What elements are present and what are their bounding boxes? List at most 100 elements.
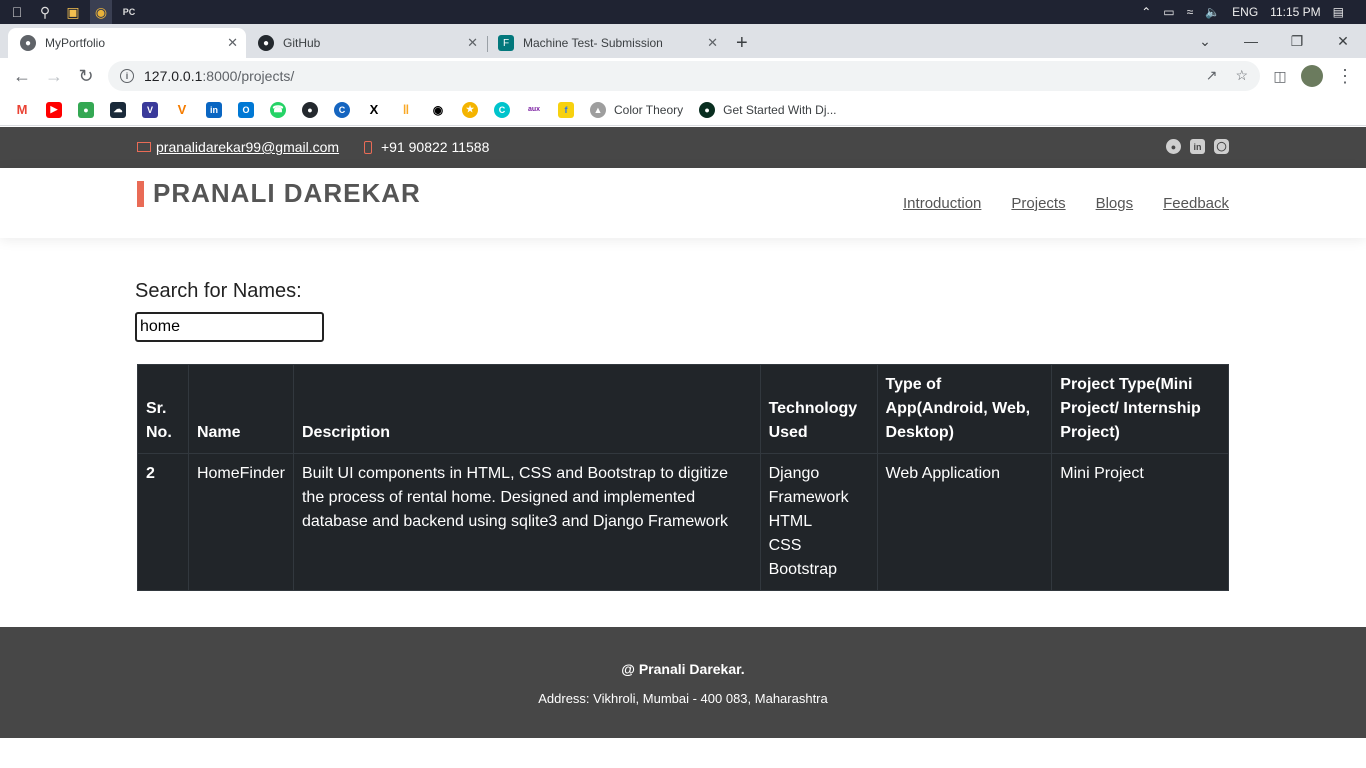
os-taskbar:  ⚲ ▣ ◉ PC ⌃ ▭ ≈ 🔈 ENG 11:15 PM ▤ (0, 0, 1366, 24)
cell-description: Built UI components in HTML, CSS and Boo… (292, 453, 761, 591)
close-icon[interactable]: ✕ (227, 35, 238, 51)
tech-item: Django Framework (768, 465, 849, 506)
email-link[interactable]: pranalidarekar99@gmail.com (156, 139, 339, 155)
phone-icon (364, 140, 372, 154)
header-sr: Sr. No. (137, 364, 189, 454)
apple-icon[interactable]:  (6, 0, 28, 24)
django-icon: ● (699, 101, 716, 118)
star-icon[interactable]: ☆ (1235, 67, 1248, 84)
close-icon[interactable]: ✕ (467, 35, 478, 51)
address-bar[interactable]: i 127.0.0.1:8000/projects/ ↗ ☆ (108, 61, 1260, 91)
tab-myportfolio[interactable]: ● MyPortfolio ✕ (8, 28, 246, 58)
restore-icon[interactable]: ❐ (1274, 24, 1320, 58)
nav-introduction[interactable]: Introduction (903, 195, 981, 212)
whatsapp-icon[interactable]: ☎ (270, 101, 286, 118)
forward-icon[interactable]: → (42, 64, 66, 88)
v-icon[interactable]: V (142, 101, 158, 118)
tab-strip: ● MyPortfolio ✕ ● GitHub ✕ F Machine Tes… (0, 24, 1366, 58)
back-icon[interactable]: ← (10, 64, 34, 88)
new-tab-icon[interactable]: + (736, 32, 748, 55)
envelope-icon (137, 142, 151, 152)
x-icon[interactable]: X (366, 101, 382, 118)
clock[interactable]: 11:15 PM (1270, 5, 1320, 19)
instagram-icon[interactable]: ◯ (1214, 139, 1229, 154)
bookmark-label: Get Started With Dj... (723, 102, 837, 117)
tab-title: GitHub (283, 36, 321, 50)
avatar[interactable] (1300, 64, 1324, 88)
reload-icon[interactable]: ↻ (74, 64, 98, 88)
tree-icon: ▲ (590, 101, 606, 118)
chart-icon[interactable]: ‖ (398, 101, 414, 118)
tab-title: Machine Test- Submission (523, 36, 663, 50)
logo-text: PRANALI DAREKAR (153, 178, 421, 208)
table-row: 2 HomeFinder Built UI components in HTML… (137, 453, 1229, 591)
table-header-row: Sr. No. Name Description Technology Used… (137, 364, 1229, 454)
github-icon[interactable]: ● (1166, 139, 1181, 154)
side-panel-icon[interactable]: ◫ (1268, 64, 1292, 88)
flipkart-icon[interactable]: f (558, 101, 574, 118)
bike-icon[interactable]: ◉ (430, 101, 446, 118)
email-contact: pranalidarekar99@gmail.com (137, 139, 339, 155)
linkedin-icon[interactable]: in (1190, 139, 1205, 154)
more-icon[interactable]: ⋮ (1333, 64, 1357, 88)
header-app-type: Type of App(Android, Web, Desktop) (876, 364, 1053, 454)
badge-icon[interactable]: ★ (462, 101, 478, 118)
wifi-icon[interactable]: ≈ (1187, 5, 1194, 19)
site-logo[interactable]: PRANALI DAREKAR (137, 178, 421, 209)
c-icon[interactable]: C (334, 101, 350, 118)
footer-address: Address: Vikhroli, Mumbai - 400 083, Mah… (538, 691, 828, 706)
canva-icon[interactable]: C (494, 101, 510, 118)
search-input[interactable] (135, 312, 324, 342)
header-description: Description (292, 364, 761, 454)
bookmark-color-theory[interactable]: ▲ Color Theory (590, 101, 683, 118)
projects-table: Sr. No. Name Description Technology Used… (137, 364, 1229, 591)
footer-copyright: @ Pranali Darekar. (621, 661, 745, 677)
browser-toolbar: ← → ↻ i 127.0.0.1:8000/projects/ ↗ ☆ ◫ ⋮ (0, 58, 1366, 94)
volume-icon[interactable]: 🔈 (1205, 5, 1220, 19)
pycharm-icon[interactable]: PC (118, 0, 140, 24)
social-links: ● in ◯ (1166, 139, 1229, 154)
v-orange-icon[interactable]: V (174, 101, 190, 118)
tab-search-icon[interactable]: ⌄ (1182, 24, 1228, 58)
aux-icon[interactable]: aux (526, 101, 542, 118)
cell-project-type: Mini Project (1051, 453, 1229, 591)
window-close-icon[interactable]: ✕ (1320, 24, 1366, 58)
gmail-icon[interactable]: M (14, 101, 30, 118)
linkedin-icon[interactable]: in (206, 101, 222, 118)
github-icon: ● (258, 35, 274, 51)
phone-contact: +91 90822 11588 (364, 139, 489, 155)
tech-item: Bootstrap (768, 561, 838, 578)
tab-machine-test[interactable]: F Machine Test- Submission ✕ (486, 28, 726, 58)
cell-sr: 2 (137, 453, 189, 591)
chrome-icon[interactable]: ◉ (90, 0, 112, 24)
maps-icon[interactable]: ● (78, 101, 94, 118)
search-icon[interactable]: ⚲ (34, 0, 56, 24)
bookmark-django[interactable]: ● Get Started With Dj... (699, 101, 837, 118)
github-icon[interactable]: ● (302, 101, 318, 118)
tab-github[interactable]: ● GitHub ✕ (246, 28, 486, 58)
page: pranalidarekar99@gmail.com +91 90822 115… (0, 127, 1366, 768)
folder-icon[interactable]: ▣ (62, 0, 84, 24)
site-footer: @ Pranali Darekar. Address: Vikhroli, Mu… (0, 627, 1366, 738)
language-indicator[interactable]: ENG (1232, 5, 1258, 19)
battery-icon[interactable]: ▭ (1163, 5, 1174, 19)
close-icon[interactable]: ✕ (707, 35, 718, 51)
globe-icon: ● (20, 35, 36, 51)
bookmarks-bar: M ▶ ● ☁ V V in O ☎ ● C X ‖ ◉ ★ C aux f ▲… (0, 94, 1366, 126)
url-host: 127.0.0.1 (144, 68, 203, 84)
outlook-icon[interactable]: O (238, 101, 254, 118)
header-project-type: Project Type(Mini Project/ Internship Pr… (1051, 364, 1229, 454)
forms-icon: F (498, 35, 514, 51)
main-nav: Introduction Projects Blogs Feedback (903, 195, 1229, 212)
chevron-up-icon[interactable]: ⌃ (1141, 5, 1151, 19)
notification-icon[interactable]: ▤ (1333, 5, 1344, 19)
cell-app-type: Web Application (876, 453, 1053, 591)
youtube-icon[interactable]: ▶ (46, 101, 62, 118)
nav-feedback[interactable]: Feedback (1163, 195, 1229, 212)
share-icon[interactable]: ↗ (1206, 67, 1218, 84)
cloud-icon[interactable]: ☁ (110, 101, 126, 118)
minimize-icon[interactable]: — (1228, 24, 1274, 58)
nav-blogs[interactable]: Blogs (1096, 195, 1134, 212)
nav-projects[interactable]: Projects (1011, 195, 1065, 212)
info-icon[interactable]: i (120, 69, 134, 83)
